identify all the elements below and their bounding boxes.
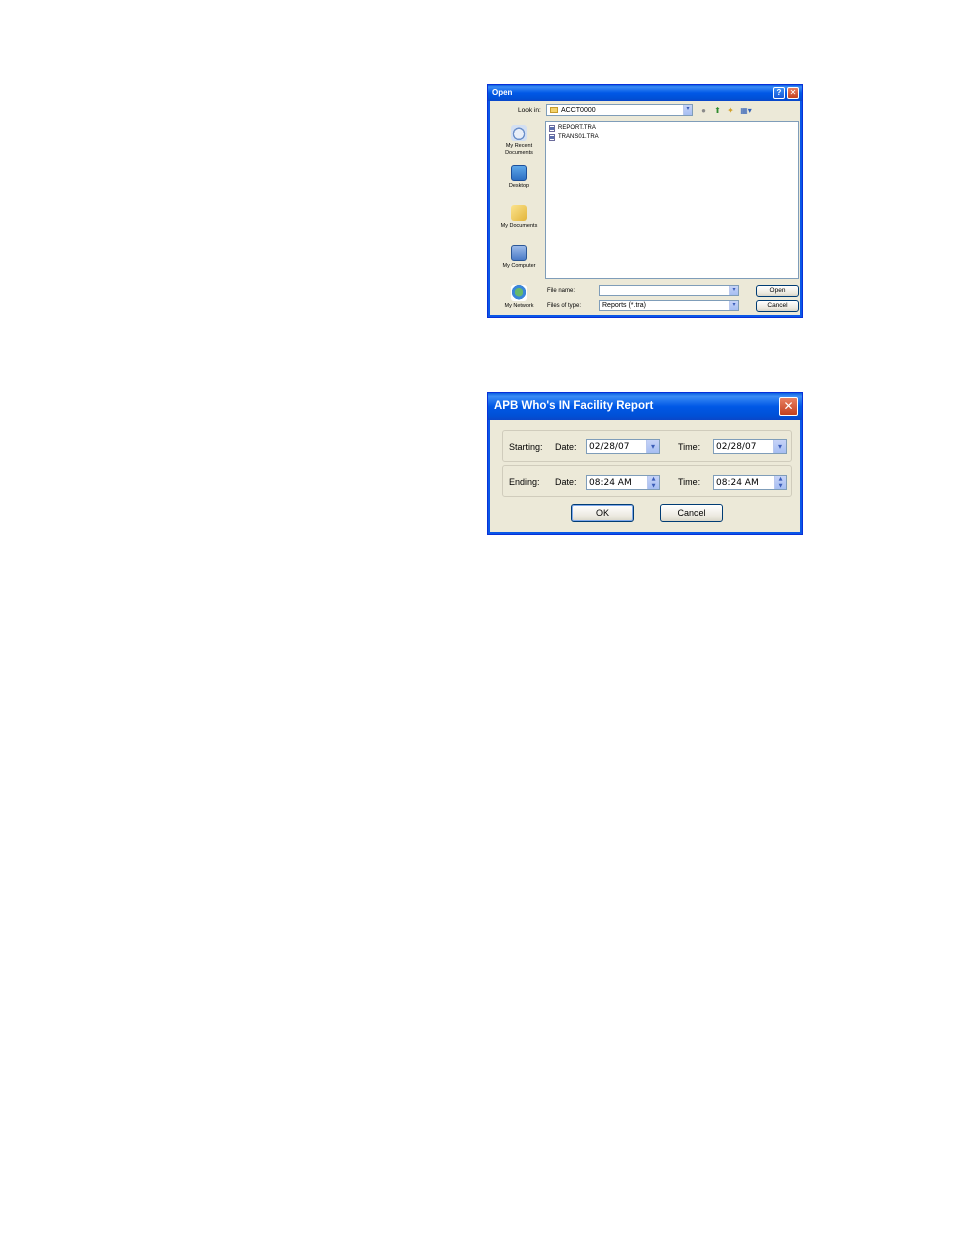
file-list[interactable]: REPORT.TRA TRANS01.TRA bbox=[545, 121, 799, 279]
cancel-button[interactable]: Cancel bbox=[756, 300, 799, 312]
report-dialog-titlebar[interactable]: APB Who's IN Facility Report ✕ bbox=[488, 393, 802, 420]
open-dialog-titlebar[interactable]: Open ? ✕ bbox=[488, 85, 802, 101]
ending-group: Ending: Date: 08:24 AM ▲ ▼ Time: 08:24 AM… bbox=[502, 465, 792, 497]
place-my-network[interactable]: My Network bbox=[494, 285, 544, 310]
starting-label: Starting: bbox=[509, 442, 543, 452]
spinner-arrows-icon[interactable]: ▲ ▼ bbox=[774, 476, 786, 489]
close-button[interactable]: ✕ bbox=[787, 87, 799, 99]
cancel-button[interactable]: Cancel bbox=[660, 504, 723, 522]
file-name-combobox[interactable]: ▾ bbox=[599, 285, 739, 296]
ending-date-label: Date: bbox=[555, 477, 577, 487]
place-recent-documents[interactable]: My Recent Documents bbox=[494, 125, 544, 156]
ok-button[interactable]: OK bbox=[571, 504, 634, 522]
starting-time-picker[interactable]: 02/28/07 ▾ bbox=[713, 439, 787, 454]
place-label: Desktop bbox=[508, 183, 530, 189]
ending-time-label: Time: bbox=[678, 477, 701, 487]
list-item[interactable]: TRANS01.TRA bbox=[549, 133, 599, 141]
file-name: REPORT.TRA bbox=[558, 125, 596, 131]
new-folder-icon[interactable]: ✦ bbox=[726, 106, 735, 115]
chevron-down-icon[interactable]: ▾ bbox=[773, 440, 786, 453]
place-label: My Network bbox=[504, 303, 534, 309]
starting-time-value: 02/28/07 bbox=[716, 442, 757, 452]
place-desktop[interactable]: Desktop bbox=[494, 165, 544, 190]
ending-date-value: 08:24 AM bbox=[589, 478, 632, 488]
close-button[interactable]: ✕ bbox=[779, 397, 798, 416]
chevron-down-icon[interactable]: ▾ bbox=[683, 105, 692, 115]
file-icon bbox=[549, 125, 555, 132]
files-of-type-label: Files of type: bbox=[547, 303, 582, 309]
files-of-type-select[interactable]: Reports (*.tra) ▾ bbox=[599, 300, 739, 311]
place-label: Documents bbox=[505, 149, 533, 156]
look-in-value: ACCT0000 bbox=[561, 107, 596, 114]
views-menu-icon[interactable]: ▦▾ bbox=[739, 106, 753, 115]
file-name: TRANS01.TRA bbox=[558, 134, 599, 140]
place-label: My Computer bbox=[502, 263, 536, 269]
file-name-label: File name: bbox=[547, 288, 576, 294]
back-icon[interactable]: ● bbox=[699, 106, 708, 115]
place-my-documents[interactable]: My Documents bbox=[494, 205, 544, 230]
recent-documents-icon bbox=[511, 125, 527, 141]
starting-time-label: Time: bbox=[678, 442, 701, 452]
chevron-down-icon[interactable]: ▾ bbox=[646, 440, 659, 453]
look-in-select[interactable]: ACCT0000 ▾ bbox=[546, 104, 693, 116]
look-in-label: Look in: bbox=[518, 107, 541, 114]
open-button[interactable]: Open bbox=[756, 285, 799, 297]
starting-date-picker[interactable]: 02/28/07 ▾ bbox=[586, 439, 660, 454]
facility-report-dialog: APB Who's IN Facility Report ✕ Starting:… bbox=[487, 392, 803, 535]
ending-time-spinner[interactable]: 08:24 AM ▲ ▼ bbox=[713, 475, 787, 490]
place-my-computer[interactable]: My Computer bbox=[494, 245, 544, 270]
close-icon: ✕ bbox=[783, 399, 794, 413]
place-label: My Recent bbox=[505, 143, 533, 149]
file-icon bbox=[549, 134, 555, 141]
report-dialog-title: APB Who's IN Facility Report bbox=[494, 400, 654, 412]
ending-time-value: 08:24 AM bbox=[716, 478, 759, 488]
folder-icon bbox=[550, 107, 558, 113]
place-label: My Documents bbox=[500, 223, 538, 229]
ending-label: Ending: bbox=[509, 477, 540, 487]
spinner-arrows-icon[interactable]: ▲ ▼ bbox=[647, 476, 659, 489]
close-icon: ✕ bbox=[789, 88, 797, 97]
desktop-icon bbox=[511, 165, 527, 181]
chevron-down-icon[interactable]: ▾ bbox=[729, 286, 738, 295]
open-dialog: Open ? ✕ Look in: ACCT0000 ▾ ● ⬆ ✦ ▦▾ My… bbox=[487, 84, 803, 318]
files-of-type-value: Reports (*.tra) bbox=[602, 302, 646, 309]
help-button[interactable]: ? bbox=[773, 87, 785, 99]
ending-date-spinner[interactable]: 08:24 AM ▲ ▼ bbox=[586, 475, 660, 490]
chevron-down-icon[interactable]: ▾ bbox=[729, 301, 738, 310]
up-folder-icon[interactable]: ⬆ bbox=[713, 106, 722, 115]
list-item[interactable]: REPORT.TRA bbox=[549, 124, 596, 132]
my-computer-icon bbox=[511, 245, 527, 261]
places-bar: My Recent Documents Desktop My Documents… bbox=[494, 121, 544, 313]
starting-date-label: Date: bbox=[555, 442, 577, 452]
help-icon: ? bbox=[776, 88, 782, 97]
open-dialog-title: Open bbox=[492, 88, 513, 97]
my-network-icon bbox=[511, 285, 527, 301]
my-documents-icon bbox=[511, 205, 527, 221]
starting-date-value: 02/28/07 bbox=[589, 442, 630, 452]
starting-group: Starting: Date: 02/28/07 ▾ Time: 02/28/0… bbox=[502, 430, 792, 462]
